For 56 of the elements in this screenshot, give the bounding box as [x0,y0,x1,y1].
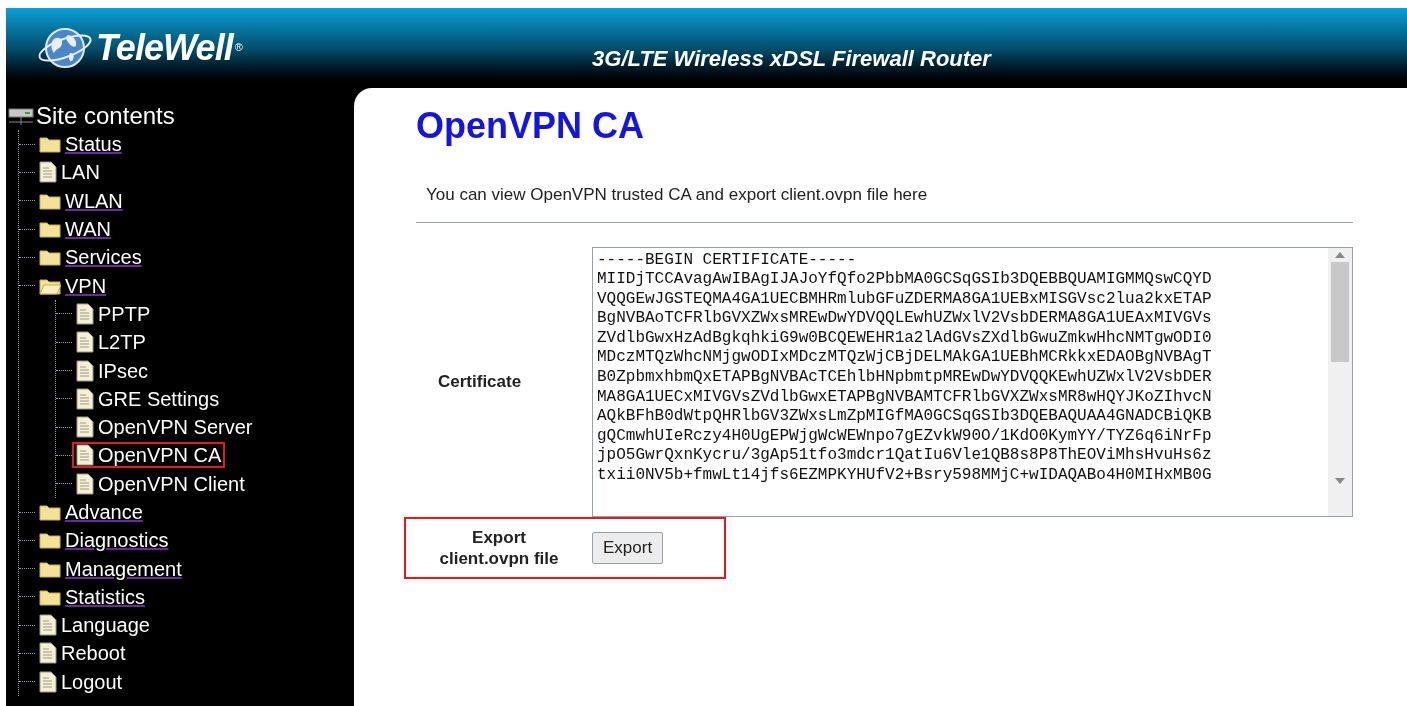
computer-icon [8,106,34,126]
document-icon [76,472,94,495]
scroll-up-icon[interactable] [1335,251,1345,258]
document-icon [39,614,57,637]
sidebar-item[interactable]: WLAN [65,189,123,212]
sidebar-item[interactable]: Management [65,557,182,580]
folder-icon [39,531,61,550]
window-title: 3G/LTE Wireless xDSL Firewall Router [592,44,991,73]
sidebar-item[interactable]: VPN [65,274,107,297]
sidebar-item[interactable]: OpenVPN Client [98,472,245,495]
sidebar-item[interactable]: IPsec [98,359,149,382]
sidebar-item[interactable]: LAN [61,161,100,184]
document-icon [76,302,94,325]
open-folder-icon [39,276,61,295]
sidebar-item[interactable]: Language [61,614,150,637]
sidebar-item[interactable]: Status [65,133,122,156]
sidebar-item[interactable]: GRE Settings [98,387,220,410]
scrollbar[interactable] [1328,247,1352,516]
sidebar-item[interactable]: OpenVPN Server [98,416,253,439]
scroll-down-icon[interactable] [1335,477,1345,484]
sidebar-item[interactable]: Reboot [61,642,126,665]
document-icon [39,642,57,665]
page-title: OpenVPN CA [416,104,646,148]
sidebar-item[interactable]: OpenVPN CA [98,444,222,467]
document-icon [76,387,94,410]
folder-icon [39,220,61,239]
sidebar-item[interactable]: Diagnostics [65,529,169,552]
sidebar-item[interactable]: Logout [61,670,123,693]
sidebar-item[interactable]: PPTP [98,302,151,325]
document-icon [39,670,57,693]
document-icon [76,331,94,354]
sidebar-item[interactable]: WAN [65,218,111,241]
field-label: Certificate [438,370,522,393]
folder-icon [39,135,61,154]
page-description: You can view OpenVPN trusted CA and export client.ovpn file here [426,184,929,206]
export-button[interactable]: Export [592,531,664,564]
document-icon [76,359,94,382]
folder-icon [39,587,61,606]
field-label: Export [472,526,526,548]
sidebar-item[interactable]: L2TP [98,331,146,354]
brand-logo: TeleWell [96,26,233,70]
folder-icon [39,503,61,521]
document-icon [76,416,94,439]
folder-icon [39,559,61,578]
folder-icon [39,191,61,210]
sidebar-item[interactable]: Statistics [65,585,146,608]
document-icon [39,161,57,184]
folder-icon [39,248,61,267]
sidebar-item[interactable]: Services [65,246,142,269]
globe-icon [36,25,94,71]
sidebar-item[interactable]: Advance [65,501,143,523]
field-label: client.ovpn file [439,547,559,569]
certificate-field[interactable]: -----BEGIN CERTIFICATE----- MIIDjTCCAvagAwIBAgIJAJoYfQfo2PbbMA0GCSqGSIb3DQEBBQUAMIGMMQswCQYD VQQGEwJGSTEQMA4GA1UECBMHRmlubGFuZDERMA8GA1UEBxMISGVsc2lua2kxETAP BgNVBAoTCFRlbGVXZWxsMREwDwYDVQQLEwhUZWxlV2VsbDERMA8GA1UEAxMIVGVs ZVdlbGwxHzAdBgkqhkiG9w0BCQEWEHR1a2lAdGVsZXdlbGwuZmkwHhcNMTgwODI0 MDczMTQzWhcNMjgwODIxMDczMTQzWjCBjDELMAkGA1UEBhMCRkkxEDAOBgNVBAgT B0ZpbmxhbmQxETAPBgNVBAcTCEhlbHNpbmtpMREwDwYDVQQKEwhUZWxlV2VsbDER MA8GA1UECxMIVGVsZVdlbGwxETAPBgNVBAMTCFRlbGVXZWxsMR8wHQYJKoZIhvcN AQkBFhB0dWtpQHRlbGV3ZWxsLmZpMIGfMA0GCSqGSIb3DQEBAQUAA4GNADCBiQKB gQCmwhUIeRczy4H0UgEPWjgWcWEWnpo7gEZvkW90O/1KdO0KymYY/TYZ6q6iNrFp jpO5GwrQxnKycru/3gAp51tfo3mdcr1QatIu6Vle1QB8s8P8ThEOViMhsHvuHs6z txii0NV5b+fmwLt14jfs6EZMPKYHUfV2+Bsry598MMjC+wIDAQABo4H0MIHxMB0G [592,246,1353,517]
tree-title: Site contents [36,102,175,130]
document-icon [76,444,94,467]
registered-mark: ® [234,41,243,53]
